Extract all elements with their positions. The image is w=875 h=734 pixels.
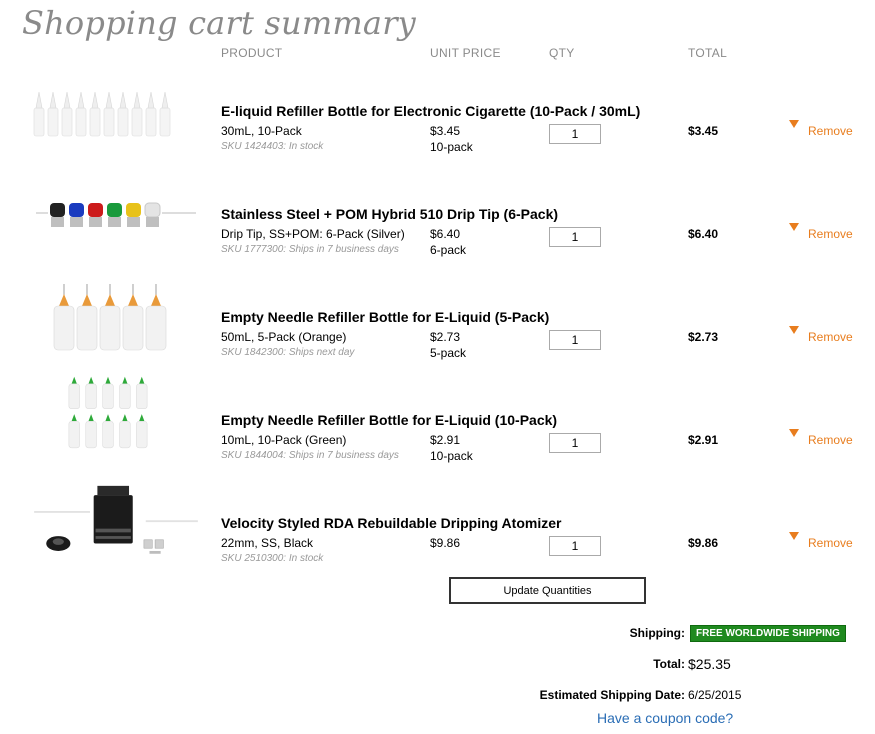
product-sku-status: SKU 1842300: Ships next day — [221, 347, 355, 358]
cart-item-row: Empty Needle Refiller Bottle for E-Liqui… — [0, 376, 875, 489]
cart-item-row: Stainless Steel + POM Hybrid 510 Drip Ti… — [0, 181, 875, 283]
caret-down-icon — [789, 223, 799, 231]
product-thumbnail-needle-bottles-green[interactable] — [28, 375, 204, 455]
column-header-qty: QTY — [549, 46, 575, 60]
cart-item-row: Empty Needle Refiller Bottle for E-Liqui… — [0, 284, 875, 386]
pack-size: 10-pack — [430, 449, 473, 463]
caret-down-icon — [789, 532, 799, 540]
unit-price: $9.86 — [430, 536, 461, 550]
remove-link[interactable]: Remove — [808, 330, 853, 344]
shipping-label: Shipping: — [629, 626, 685, 640]
column-header-total: TOTAL — [688, 46, 728, 60]
free-shipping-badge: FREE WORLDWIDE SHIPPING — [690, 625, 846, 642]
cart-item-row: E-liquid Refiller Bottle for Electronic … — [0, 78, 875, 180]
update-quantities-button[interactable]: Update Quantities — [449, 577, 646, 604]
unit-price: $6.40 — [430, 227, 461, 241]
product-name[interactable]: Stainless Steel + POM Hybrid 510 Drip Ti… — [221, 206, 558, 222]
caret-down-icon — [789, 429, 799, 437]
page-title: Shopping cart summary — [22, 4, 416, 42]
unit-price: $2.91 — [430, 433, 461, 447]
quantity-input[interactable] — [549, 433, 601, 453]
product-variant: 22mm, SS, Black — [221, 536, 314, 550]
pack-size: 6-pack — [430, 243, 467, 257]
line-total: $9.86 — [688, 536, 719, 550]
product-sku-status: SKU 2510300: In stock — [221, 553, 324, 564]
product-thumbnail-bottles-30ml[interactable] — [28, 82, 204, 162]
cart-item-row: Velocity Styled RDA Rebuildable Dripping… — [0, 485, 875, 592]
product-name[interactable]: E-liquid Refiller Bottle for Electronic … — [221, 103, 640, 119]
quantity-input[interactable] — [549, 124, 601, 144]
quantity-input[interactable] — [549, 536, 601, 556]
remove-link[interactable]: Remove — [808, 227, 853, 241]
product-thumbnail-rda-atomizer[interactable] — [28, 484, 204, 564]
column-header-unit-price: UNIT PRICE — [430, 46, 501, 60]
product-thumbnail-drip-tips[interactable] — [28, 183, 204, 263]
pack-size: 5-pack — [430, 346, 467, 360]
remove-link[interactable]: Remove — [808, 536, 853, 550]
product-variant: 50mL, 5-Pack (Orange) — [221, 330, 347, 344]
line-total: $3.45 — [688, 124, 719, 138]
product-sku-status: SKU 1777300: Ships in 7 business days — [221, 244, 399, 255]
product-name[interactable]: Empty Needle Refiller Bottle for E-Liqui… — [221, 412, 557, 428]
line-total: $2.73 — [688, 330, 719, 344]
remove-link[interactable]: Remove — [808, 124, 853, 138]
estimated-shipping-label: Estimated Shipping Date: — [539, 688, 685, 702]
cart-total-value: $25.35 — [688, 656, 731, 672]
quantity-input[interactable] — [549, 330, 601, 350]
caret-down-icon — [789, 326, 799, 334]
column-header-product: PRODUCT — [221, 46, 283, 60]
pack-size: 10-pack — [430, 140, 473, 154]
estimated-shipping-date: 6/25/2015 — [688, 688, 742, 702]
product-sku-status: SKU 1844004: Ships in 7 business days — [221, 450, 399, 461]
product-thumbnail-needle-bottles-orange[interactable] — [28, 284, 204, 364]
product-variant: Drip Tip, SS+POM: 6-Pack (Silver) — [221, 227, 405, 241]
total-label: Total: — [653, 657, 685, 671]
product-name[interactable]: Empty Needle Refiller Bottle for E-Liqui… — [221, 309, 549, 325]
product-variant: 30mL, 10-Pack — [221, 124, 302, 138]
product-variant: 10mL, 10-Pack (Green) — [221, 433, 347, 447]
line-total: $6.40 — [688, 227, 719, 241]
quantity-input[interactable] — [549, 227, 601, 247]
unit-price: $2.73 — [430, 330, 461, 344]
line-total: $2.91 — [688, 433, 719, 447]
unit-price: $3.45 — [430, 124, 461, 138]
caret-down-icon — [789, 120, 799, 128]
remove-link[interactable]: Remove — [808, 433, 853, 447]
coupon-code-link[interactable]: Have a coupon code? — [597, 710, 733, 726]
product-name[interactable]: Velocity Styled RDA Rebuildable Dripping… — [221, 515, 561, 531]
product-sku-status: SKU 1424403: In stock — [221, 141, 324, 152]
